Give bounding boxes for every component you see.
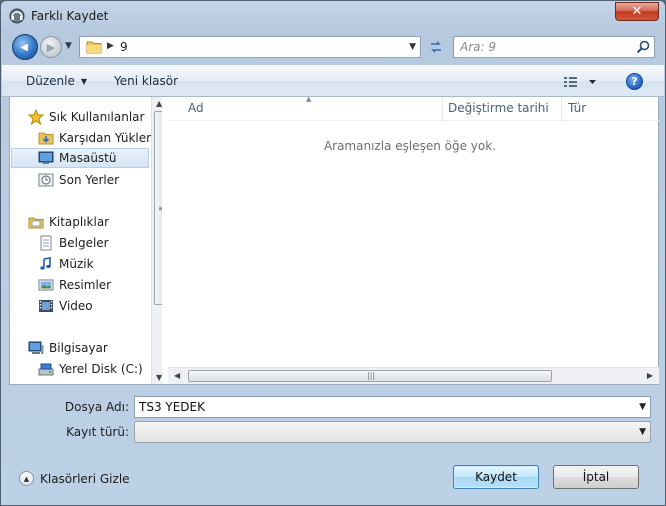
- chevron-down-icon: ▼: [80, 77, 88, 86]
- nav-item-computer[interactable]: Bilgisayar: [28, 338, 162, 358]
- recent-places-icon: [38, 173, 54, 187]
- disk-icon: [38, 363, 54, 376]
- view-list-icon: [564, 77, 596, 87]
- nav-item-music[interactable]: Müzik: [38, 254, 162, 274]
- browser-content: Sık Kullanılanlar Karşıdan Yüklemeler Ma…: [9, 95, 659, 385]
- scroll-right-icon[interactable]: ▶: [647, 371, 653, 380]
- refresh-icon: [431, 41, 441, 53]
- chevron-down-icon[interactable]: ▼: [639, 427, 646, 437]
- save-button[interactable]: Kaydet: [453, 465, 539, 489]
- column-header-date-modified[interactable]: Değiştirme tarihi: [448, 101, 549, 115]
- scroll-left-icon[interactable]: ◀: [174, 371, 180, 380]
- nav-item-label: Video: [59, 299, 93, 313]
- save-as-dialog: Farklı Kaydet ✕ ◀ ▶ ▼ ▶ 9 ▼ Ara: 9 Düzen…: [0, 0, 666, 506]
- navigation-pane: Sık Kullanılanlar Karşıdan Yüklemeler Ma…: [10, 97, 162, 384]
- pictures-icon: [38, 279, 54, 291]
- title-bar[interactable]: Farklı Kaydet ✕: [1, 1, 665, 31]
- star-icon: [28, 109, 44, 125]
- refresh-button[interactable]: [425, 36, 447, 58]
- nav-item-label: Karşıdan Yüklemeler: [59, 131, 162, 145]
- nav-item-label: Müzik: [59, 257, 94, 271]
- help-icon: ?: [631, 75, 638, 88]
- hide-folders-label: Klasörleri Gizle: [40, 471, 130, 486]
- nav-item-label: Kitaplıklar: [49, 215, 110, 229]
- organize-button[interactable]: Düzenle ▼: [26, 74, 87, 88]
- nav-item-label: Sık Kullanılanlar: [49, 110, 145, 124]
- nav-item-video[interactable]: Video: [38, 296, 162, 316]
- chevron-down-icon[interactable]: ▼: [639, 402, 646, 412]
- grip-icon: ≡: [158, 204, 162, 213]
- nav-item-label: Resimler: [59, 278, 112, 292]
- hide-folders-toggle[interactable]: ▲ Klasörleri Gizle: [19, 471, 130, 486]
- nav-item-label: Masaüstü: [59, 151, 117, 165]
- nav-item-label: Belgeler: [59, 236, 109, 250]
- column-separator[interactable]: [561, 97, 562, 121]
- nav-item-documents[interactable]: Belgeler: [38, 233, 162, 253]
- close-icon: ✕: [631, 4, 643, 19]
- search-box[interactable]: [453, 36, 655, 58]
- grip-icon: |||: [367, 371, 376, 380]
- close-button[interactable]: ✕: [615, 2, 659, 21]
- video-icon: [39, 300, 53, 312]
- scrollbar-thumb[interactable]: |||: [188, 370, 552, 382]
- help-button[interactable]: ?: [626, 73, 643, 90]
- nav-item-desktop[interactable]: Masaüstü: [11, 148, 149, 168]
- new-folder-button[interactable]: Yeni klasör: [114, 74, 178, 88]
- nav-item-recent-places[interactable]: Son Yerler: [38, 170, 162, 190]
- filename-input[interactable]: [139, 398, 629, 416]
- cancel-button[interactable]: İptal: [553, 465, 639, 489]
- computer-icon: [28, 341, 44, 354]
- folder-icon: [86, 41, 102, 54]
- nav-item-favorites[interactable]: Sık Kullanılanlar: [28, 107, 162, 127]
- forward-button[interactable]: ▶: [40, 36, 62, 58]
- save-type-select[interactable]: ▼: [134, 421, 651, 443]
- file-list-horizontal-scrollbar[interactable]: ◀ ||| ▶: [168, 367, 659, 384]
- recent-pages-dropdown[interactable]: ▼: [65, 41, 75, 51]
- sort-ascending-icon: ▲: [306, 95, 312, 103]
- command-toolbar: Düzenle ▼ Yeni klasör ?: [2, 65, 664, 97]
- nav-item-pictures[interactable]: Resimler: [38, 275, 162, 295]
- navigation-bar: ◀ ▶ ▼ ▶ 9 ▼: [9, 33, 659, 61]
- column-header-type[interactable]: Tür: [568, 101, 586, 115]
- documents-icon: [40, 235, 52, 251]
- save-type-label: Kayıt türü:: [66, 425, 129, 439]
- address-bar[interactable]: ▶ 9 ▼: [79, 36, 421, 58]
- scrollbar-thumb[interactable]: ≡: [154, 111, 162, 305]
- download-folder-icon: [38, 132, 54, 145]
- search-icon[interactable]: [636, 40, 650, 54]
- filename-label: Dosya Adı:: [64, 400, 129, 414]
- chevron-down-icon: ▼: [65, 41, 72, 51]
- teamspeak-app-icon: [9, 8, 25, 24]
- address-dropdown-icon[interactable]: ▼: [409, 42, 416, 52]
- window-title: Farklı Kaydet: [31, 9, 109, 23]
- nav-item-label: Yerel Disk (C:): [59, 362, 143, 376]
- nav-item-downloads[interactable]: Karşıdan Yüklemeler: [38, 128, 162, 148]
- organize-label: Düzenle: [26, 74, 75, 88]
- nav-item-label: Bilgisayar: [49, 341, 108, 355]
- column-header-name[interactable]: Ad: [188, 101, 204, 115]
- search-input[interactable]: [460, 38, 630, 56]
- forward-arrow-icon: ▶: [46, 40, 56, 54]
- nav-item-label: Son Yerler: [59, 173, 120, 187]
- nav-item-local-disk[interactable]: Yerel Disk (C:): [38, 359, 162, 379]
- breadcrumb-separator-icon[interactable]: ▶: [107, 41, 114, 51]
- chevron-up-icon: ▲: [19, 471, 34, 486]
- back-button[interactable]: ◀: [12, 34, 38, 60]
- column-headers: ▲ Ad Değiştirme tarihi Tür: [168, 95, 659, 121]
- music-icon: [40, 257, 51, 270]
- filename-combobox[interactable]: ▼: [134, 396, 651, 418]
- back-arrow-icon: ◀: [20, 41, 28, 53]
- change-view-button[interactable]: [562, 73, 602, 91]
- column-separator[interactable]: [442, 97, 443, 121]
- desktop-icon: [38, 151, 54, 164]
- empty-folder-message: Aramanızla eşleşen öğe yok.: [323, 139, 496, 153]
- file-list-pane: ▲ Ad Değiştirme tarihi Tür Aramanızla eş…: [168, 95, 659, 384]
- nav-pane-scrollbar[interactable]: ▲ ≡ ▼: [151, 97, 162, 384]
- breadcrumb-item[interactable]: 9: [120, 40, 128, 54]
- scroll-up-icon[interactable]: ▲: [156, 99, 162, 108]
- nav-item-libraries[interactable]: Kitaplıklar: [28, 212, 162, 232]
- libraries-icon: [28, 217, 44, 229]
- scroll-down-icon[interactable]: ▼: [156, 373, 162, 382]
